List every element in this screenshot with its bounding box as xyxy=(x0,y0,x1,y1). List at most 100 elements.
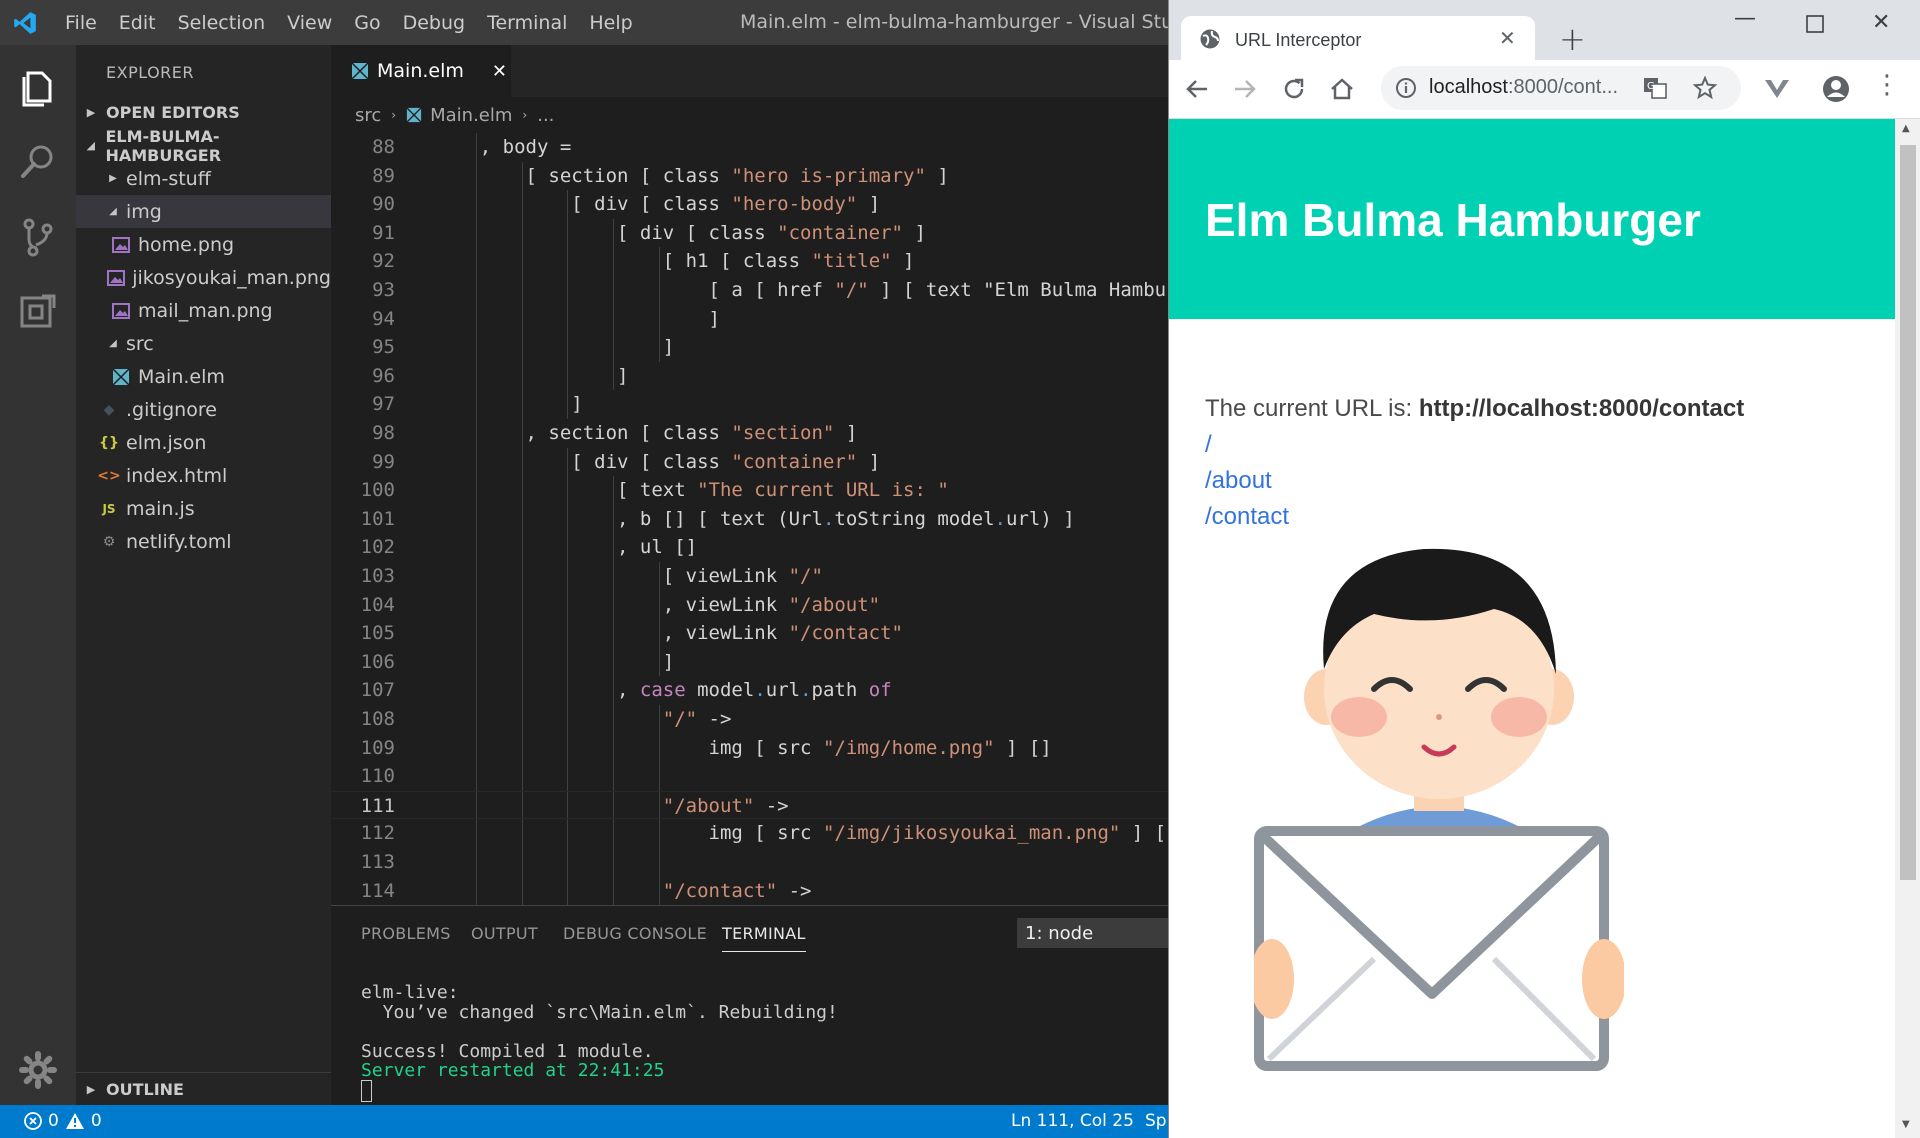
tree-item-img[interactable]: ◢ img xyxy=(76,195,331,228)
code-line[interactable]: 101 , b [] [ text (Url.toString model.ur… xyxy=(331,504,1168,534)
menu-file[interactable]: File xyxy=(54,12,108,34)
code-line[interactable]: 103 [ viewLink "/" xyxy=(331,562,1168,591)
nav-link-about[interactable]: /about xyxy=(1205,467,1272,495)
reload-icon[interactable] xyxy=(1281,76,1307,102)
code-line[interactable]: 110 xyxy=(331,762,1168,791)
code-line[interactable]: 94 ] xyxy=(331,304,1168,334)
code-line[interactable]: 97 ] xyxy=(331,390,1168,419)
code-line[interactable]: 89 [ section [ class "hero is-primary" ] xyxy=(331,161,1168,191)
tree-item-src[interactable]: ◢ src xyxy=(76,327,331,360)
code-line[interactable]: 113 xyxy=(331,848,1168,877)
error-icon xyxy=(24,1112,42,1130)
vivaldi-extension-icon[interactable] xyxy=(1763,78,1791,100)
bookmark-star-icon[interactable] xyxy=(1693,76,1717,100)
breadcrumb-item[interactable]: Main.elm xyxy=(430,105,512,126)
tree-item-main-elm[interactable]: Main.elm xyxy=(76,360,331,393)
close-tab-icon[interactable]: ✕ xyxy=(1499,26,1516,50)
tree-item-netlify-toml[interactable]: ⚙ netlify.toml xyxy=(76,525,331,558)
hero-title-link[interactable]: Elm Bulma Hamburger xyxy=(1205,193,1701,247)
tree-item-index-html[interactable]: <> index.html xyxy=(76,459,331,492)
menu-debug[interactable]: Debug xyxy=(392,12,476,34)
nav-link-contact[interactable]: /contact xyxy=(1205,503,1289,531)
code-line[interactable]: 99 [ div [ class "container" ] xyxy=(331,447,1168,477)
tree-item-label: .gitignore xyxy=(126,398,217,421)
image-file-icon xyxy=(110,301,132,321)
home-icon[interactable] xyxy=(1329,76,1355,102)
breadcrumb-item[interactable]: src xyxy=(355,105,381,126)
code-line[interactable]: 104 , viewLink "/about" xyxy=(331,590,1168,620)
code-line[interactable]: 90 [ div [ class "hero-body" ] xyxy=(331,190,1168,219)
project-section[interactable]: ◢ ELM-BULMA-HAMBURGER xyxy=(76,127,331,165)
code-line[interactable]: 96 ] xyxy=(331,361,1168,391)
tree-item-elm-json[interactable]: {} elm.json xyxy=(76,426,331,459)
settings-gear-icon[interactable] xyxy=(16,1048,60,1092)
tree-item-elm-stuff[interactable]: ▶ elm-stuff xyxy=(76,162,331,195)
scroll-down-icon[interactable]: ▼ xyxy=(1902,1119,1910,1130)
translate-icon[interactable]: G xyxy=(1643,77,1667,99)
source-control-icon[interactable] xyxy=(16,215,60,259)
line-number: 101 xyxy=(360,507,395,530)
menu-selection[interactable]: Selection xyxy=(167,12,277,34)
page-scrollbar[interactable]: ▲ ▼ xyxy=(1895,119,1920,1138)
cursor-position[interactable]: Ln 111, Col 25 xyxy=(1011,1111,1134,1131)
code-line[interactable]: 93 [ a [ href "/" ] [ text "Elm Bulma Ha… xyxy=(331,276,1168,305)
tree-item-home-png[interactable]: home.png xyxy=(76,228,331,261)
code-editor[interactable]: 88 , body = 89 [ section [ class "hero is… xyxy=(331,133,1168,905)
code-line[interactable]: 88 , body = xyxy=(331,133,1168,162)
code-line[interactable]: 98 , section [ class "section" ] xyxy=(331,419,1168,448)
scroll-up-icon[interactable]: ▲ xyxy=(1902,123,1910,134)
tree-item-main-js[interactable]: JS main.js xyxy=(76,492,331,525)
new-tab-icon[interactable]: + xyxy=(1559,20,1586,58)
open-editors-section[interactable]: ▶ OPEN EDITORS xyxy=(76,96,331,129)
code-line[interactable]: 107 , case model.url.path of xyxy=(331,676,1168,705)
tab-debug-console[interactable]: DEBUG CONSOLE xyxy=(563,924,707,943)
outline-header[interactable]: ▶ OUTLINE xyxy=(76,1073,331,1106)
tab-problems[interactable]: PROBLEMS xyxy=(361,924,451,943)
extensions-icon[interactable] xyxy=(16,290,60,334)
indentation-status[interactable]: Sp xyxy=(1145,1111,1167,1131)
line-number: 90 xyxy=(372,193,395,216)
menu-go[interactable]: Go xyxy=(343,12,391,34)
code-line[interactable]: 109 img [ src "/img/home.png" ] [] xyxy=(331,733,1168,763)
minimize-icon[interactable]: — xyxy=(1734,6,1756,31)
code-line[interactable]: 102 , ul [] xyxy=(331,533,1168,562)
terminal-select[interactable]: 1: node xyxy=(1017,918,1168,948)
code-line[interactable]: 111 "/about" -> xyxy=(331,790,1168,820)
maximize-icon[interactable] xyxy=(1806,15,1824,33)
scrollbar-thumb[interactable] xyxy=(1900,145,1916,880)
omnibox[interactable]: localhost:8000/cont... G xyxy=(1381,66,1741,110)
window-close-icon[interactable]: ✕ xyxy=(1872,10,1890,35)
tree-item-mail-man-png[interactable]: mail_man.png xyxy=(76,294,331,327)
info-icon[interactable] xyxy=(1395,77,1417,99)
menu-view[interactable]: View xyxy=(276,12,343,34)
tree-item-gitignore[interactable]: ◆ .gitignore xyxy=(76,393,331,426)
outline-section[interactable]: ▶ OUTLINE xyxy=(76,1072,331,1105)
close-tab-icon[interactable]: ✕ xyxy=(492,61,507,82)
files-icon[interactable] xyxy=(16,65,60,109)
nav-link-root[interactable]: / xyxy=(1205,431,1212,459)
account-icon[interactable] xyxy=(1821,74,1851,104)
code-line[interactable]: 92 [ h1 [ class "title" ] xyxy=(331,247,1168,276)
code-line[interactable]: 112 img [ src "/img/jikosyoukai_man.png"… xyxy=(331,819,1168,848)
code-line[interactable]: 105 , viewLink "/contact" xyxy=(331,619,1168,648)
menu-edit[interactable]: Edit xyxy=(108,12,167,34)
code-line[interactable]: 108 "/" -> xyxy=(331,705,1168,734)
back-arrow-icon[interactable] xyxy=(1185,78,1209,100)
url-text[interactable]: localhost:8000/cont... xyxy=(1429,76,1618,99)
tab-main-elm[interactable]: Main.elm ✕ xyxy=(331,45,511,97)
more-menu-icon[interactable]: ⋮ xyxy=(1874,72,1900,98)
tree-item-jikosyoukai-man-png[interactable]: jikosyoukai_man.png xyxy=(76,261,331,294)
breadcrumb-item[interactable]: ... xyxy=(537,105,554,126)
tab-terminal[interactable]: TERMINAL xyxy=(722,924,806,952)
code-line[interactable]: 100 [ text "The current URL is: " xyxy=(331,476,1168,505)
menu-terminal[interactable]: Terminal xyxy=(476,12,578,34)
code-line[interactable]: 106 ] xyxy=(331,647,1168,677)
forward-arrow-icon[interactable] xyxy=(1233,78,1257,100)
code-line[interactable]: 91 [ div [ class "container" ] xyxy=(331,218,1168,248)
search-icon[interactable] xyxy=(16,140,60,184)
menu-help[interactable]: Help xyxy=(578,12,643,34)
code-line[interactable]: 95 ] xyxy=(331,333,1168,362)
code-line[interactable]: 114 "/contact" -> xyxy=(331,876,1168,905)
problems-indicator[interactable]: 0 0 xyxy=(24,1111,102,1131)
tab-output[interactable]: OUTPUT xyxy=(471,924,538,943)
